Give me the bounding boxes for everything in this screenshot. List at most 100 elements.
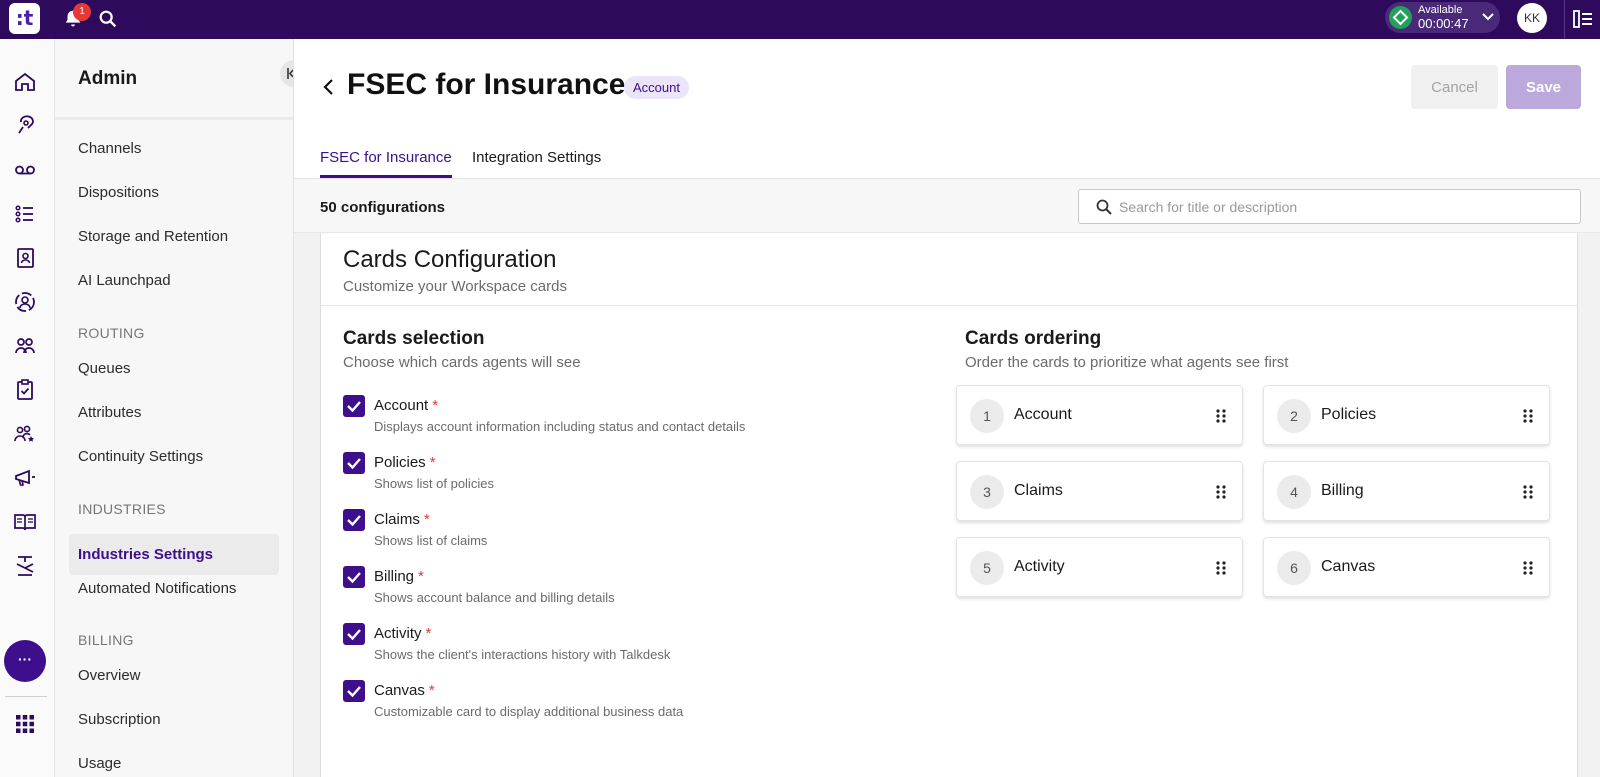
top-bar: :t 1 Available 00:00:47 KK <box>0 0 1600 39</box>
configurations-scroll-area[interactable]: Cards Configuration Customize your Works… <box>294 233 1600 777</box>
sidebar-item-overview[interactable]: Overview <box>78 667 141 684</box>
required-marker: * <box>423 511 430 528</box>
configurations-count: 50 configurations <box>320 199 446 216</box>
order-card-account[interactable]: 1 Account <box>956 385 1243 445</box>
contacts-icon[interactable] <box>13 246 37 270</box>
sidebar-item-storage-retention[interactable]: Storage and Retention <box>78 228 228 245</box>
checkbox-billing[interactable] <box>343 566 365 588</box>
sidebar-item-industries-settings[interactable]: Industries Settings <box>69 534 279 575</box>
team-icon[interactable] <box>13 334 37 358</box>
sidebar-divider <box>55 117 293 120</box>
user-circle-icon[interactable] <box>13 290 37 314</box>
people-star-icon[interactable] <box>13 422 37 446</box>
sidebar-item-queues[interactable]: Queues <box>78 360 131 377</box>
card-name: Activity <box>374 625 422 642</box>
side-panel-icon[interactable] <box>1572 8 1594 30</box>
sidebar-item-dispositions[interactable]: Dispositions <box>78 184 159 201</box>
card-checkbox-row: Claims * Shows list of claims <box>343 509 903 559</box>
category-badge: Account <box>624 76 689 99</box>
required-marker: * <box>428 682 435 699</box>
rail-divider <box>5 696 47 697</box>
sidebar-item-automated-notifications[interactable]: Automated Notifications <box>78 580 236 597</box>
cards-ordering-title: Cards ordering <box>965 328 1102 349</box>
notification-badge: 1 <box>73 3 91 21</box>
order-card-activity[interactable]: 5 Activity <box>956 537 1243 597</box>
card-name: Canvas <box>374 682 425 699</box>
clipboard-icon[interactable] <box>13 378 37 402</box>
save-button[interactable]: Save <box>1506 65 1581 109</box>
megaphone-icon[interactable] <box>13 466 37 490</box>
page-title: FSEC for Insurance <box>347 68 626 101</box>
order-card-label: Claims <box>1014 482 1063 499</box>
status-available-icon <box>1389 6 1412 29</box>
order-number: 5 <box>970 551 1004 585</box>
tab-fsec-for-insurance[interactable]: FSEC for Insurance <box>320 149 452 166</box>
drag-handle-icon[interactable] <box>1214 484 1228 500</box>
sidebar-item-ai-launchpad[interactable]: AI Launchpad <box>78 272 171 289</box>
flow-icon[interactable] <box>13 554 37 578</box>
apps-grid-icon[interactable] <box>13 712 37 736</box>
cards-configuration-panel: Cards Configuration Customize your Works… <box>320 233 1578 777</box>
talkdesk-logo[interactable]: :t <box>9 3 40 34</box>
app-rail: ··· <box>0 39 55 777</box>
order-card-label: Canvas <box>1321 558 1376 575</box>
collapse-sidebar-button[interactable] <box>280 60 293 87</box>
order-card-claims[interactable]: 3 Claims <box>956 461 1243 521</box>
voicemail-icon[interactable] <box>13 158 37 182</box>
order-card-policies[interactable]: 2 Policies <box>1263 385 1550 445</box>
card-description: Shows list of policies <box>374 476 494 491</box>
sidebar-section-industries: INDUSTRIES <box>78 501 166 517</box>
search-icon[interactable] <box>97 8 119 30</box>
voice-icon[interactable] <box>13 114 37 138</box>
check-icon <box>347 629 361 641</box>
cards-configuration-title: Cards Configuration <box>343 246 557 273</box>
card-checkbox-row: Activity * Shows the client's interaction… <box>343 623 903 673</box>
checkbox-policies[interactable] <box>343 452 365 474</box>
card-name: Account <box>374 397 429 414</box>
list-icon[interactable] <box>13 202 37 226</box>
sidebar-item-continuity-settings[interactable]: Continuity Settings <box>78 448 203 465</box>
tab-integration-settings[interactable]: Integration Settings <box>472 149 601 166</box>
card-checkbox-row: Canvas * Customizable card to display add… <box>343 680 903 730</box>
status-label: Available <box>1418 4 1463 16</box>
order-card-label: Activity <box>1014 558 1065 575</box>
order-number: 3 <box>970 475 1004 509</box>
card-label: Activity * <box>374 625 431 642</box>
sidebar-item-attributes[interactable]: Attributes <box>78 404 141 421</box>
card-name: Policies <box>374 454 426 471</box>
card-label: Policies * <box>374 454 436 471</box>
check-icon <box>347 515 361 527</box>
order-card-label: Account <box>1014 406 1072 423</box>
drag-handle-icon[interactable] <box>1214 408 1228 424</box>
drag-handle-icon[interactable] <box>1521 560 1535 576</box>
search-field[interactable] <box>1078 189 1581 224</box>
order-number: 2 <box>1277 399 1311 433</box>
card-description: Customizable card to display additional … <box>374 704 684 719</box>
cancel-button[interactable]: Cancel <box>1411 65 1498 109</box>
agent-status-selector[interactable]: Available 00:00:47 <box>1385 2 1500 33</box>
order-card-label: Policies <box>1321 406 1377 423</box>
search-input[interactable] <box>1119 197 1559 217</box>
drag-handle-icon[interactable] <box>1214 560 1228 576</box>
home-icon[interactable] <box>13 70 37 94</box>
card-label: Account * <box>374 397 438 414</box>
user-avatar[interactable]: KK <box>1517 3 1547 33</box>
order-card-billing[interactable]: 4 Billing <box>1263 461 1550 521</box>
sidebar-item-channels[interactable]: Channels <box>78 140 141 157</box>
checkbox-claims[interactable] <box>343 509 365 531</box>
drag-handle-icon[interactable] <box>1521 408 1535 424</box>
drag-handle-icon[interactable] <box>1521 484 1535 500</box>
back-arrow-icon[interactable] <box>319 77 339 97</box>
checkbox-account[interactable] <box>343 395 365 417</box>
sidebar-item-usage[interactable]: Usage <box>78 755 121 772</box>
sidebar-item-subscription[interactable]: Subscription <box>78 711 161 728</box>
card-name: Claims <box>374 511 420 528</box>
card-description: Shows account balance and billing detail… <box>374 590 615 605</box>
card-checkbox-row: Account * Displays account information in… <box>343 395 903 445</box>
checkbox-canvas[interactable] <box>343 680 365 702</box>
order-card-canvas[interactable]: 6 Canvas <box>1263 537 1550 597</box>
checkbox-activity[interactable] <box>343 623 365 645</box>
book-icon[interactable] <box>13 510 37 534</box>
topbar-divider <box>1564 0 1565 39</box>
more-apps-button[interactable]: ··· <box>4 640 46 682</box>
